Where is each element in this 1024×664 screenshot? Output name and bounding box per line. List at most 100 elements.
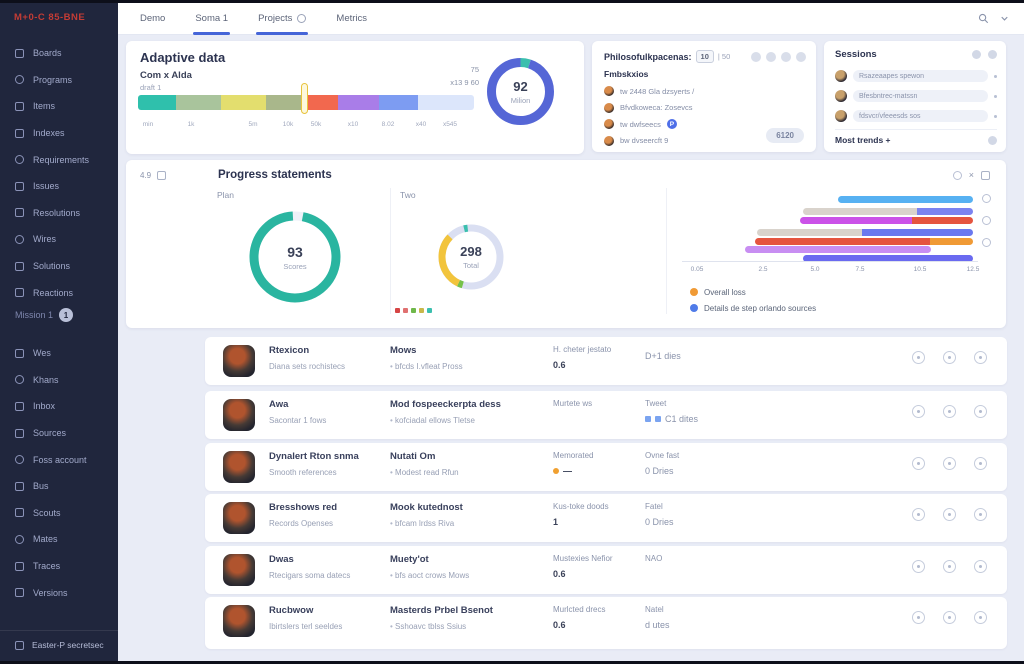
metric-value: 0.6 xyxy=(553,360,663,370)
legend-item: Details de step orlando sources xyxy=(690,300,816,316)
gauge-tick-label: 10k xyxy=(283,121,293,128)
notifications-title: Philosofulkpacenas: xyxy=(604,52,692,62)
row-secondary-cell: Natel d utes xyxy=(645,605,725,630)
sidebar-item-bus[interactable]: Bus xyxy=(0,473,118,500)
session-item[interactable]: fdsvcr/vfeeesds sos xyxy=(835,106,997,126)
gear-icon[interactable] xyxy=(972,50,981,59)
table-row[interactable]: RtexiconDiana sets rochistecsMowsbfcds I… xyxy=(205,337,1007,385)
tab-metrics[interactable]: Metrics xyxy=(336,3,367,35)
zoom-icon[interactable] xyxy=(953,171,962,180)
more-icon[interactable] xyxy=(974,508,987,521)
row-actions xyxy=(912,508,987,521)
row-subtitle: Sacontar 1 fows xyxy=(269,416,326,425)
sidebar-item-solutions[interactable]: Solutions xyxy=(0,253,118,280)
more-icon[interactable] xyxy=(988,50,997,59)
row-actions xyxy=(912,351,987,364)
sidebar-item-resolutions[interactable]: Resolutions xyxy=(0,200,118,227)
sidebar-item-label: Indexes xyxy=(33,128,65,138)
globe-icon[interactable] xyxy=(943,457,956,470)
tab-projects[interactable]: Projects xyxy=(258,3,306,35)
table-row[interactable]: DwasRtecigars soma datecsMuety'otbfs aoc… xyxy=(205,546,1007,594)
menu-item-icon xyxy=(15,482,24,491)
more-icon[interactable] xyxy=(974,611,987,624)
bar-chart xyxy=(688,190,975,262)
action-icon[interactable] xyxy=(751,52,761,62)
clock-icon[interactable] xyxy=(912,611,925,624)
mini-square-icon xyxy=(645,416,651,422)
gear-icon[interactable] xyxy=(988,136,997,145)
globe-icon[interactable] xyxy=(943,508,956,521)
sidebar-item-khans[interactable]: Khans xyxy=(0,367,118,394)
search-icon[interactable] xyxy=(978,13,989,24)
expand-icon[interactable] xyxy=(981,171,990,180)
more-icon[interactable] xyxy=(974,351,987,364)
chart-control-icon[interactable] xyxy=(982,194,991,203)
sidebar-item-requirements[interactable]: Requirements xyxy=(0,146,118,173)
clock-icon[interactable] xyxy=(912,405,925,418)
table-row[interactable]: Dynalert Rton snmaSmooth referencesNutat… xyxy=(205,443,1007,491)
sidebar-item-indexes[interactable]: Indexes xyxy=(0,120,118,147)
notification-item[interactable]: bw dvseercft 9 xyxy=(604,133,694,150)
globe-icon[interactable] xyxy=(943,405,956,418)
globe-icon[interactable] xyxy=(943,611,956,624)
more-icon[interactable] xyxy=(974,405,987,418)
clock-icon[interactable] xyxy=(912,351,925,364)
action-icon[interactable] xyxy=(766,52,776,62)
status-dot-icon xyxy=(553,468,559,474)
session-item[interactable]: Rsazeaapes spewon xyxy=(835,66,997,86)
sidebar-item-bottom[interactable]: Easter-P secretsec xyxy=(0,630,118,650)
tab-demo[interactable]: Demo xyxy=(140,3,165,35)
sidebar-item-items[interactable]: Items xyxy=(0,93,118,120)
sidebar-item-label: Issues xyxy=(33,181,59,191)
row-detail-cell: Mod fospeeckerpta desskofciadal ellows T… xyxy=(390,399,501,425)
globe-icon[interactable] xyxy=(943,560,956,573)
tab-soma-1[interactable]: Soma 1 xyxy=(195,3,228,35)
chevron-down-icon[interactable] xyxy=(999,13,1010,24)
action-icon[interactable] xyxy=(781,52,791,62)
sidebar-item-issues[interactable]: Issues xyxy=(0,173,118,200)
sidebar-item-scouts[interactable]: Scouts xyxy=(0,500,118,527)
close-icon[interactable]: × xyxy=(969,170,974,180)
clock-icon[interactable] xyxy=(912,508,925,521)
secondary-value-text: d utes xyxy=(645,620,670,630)
session-item[interactable]: Bfesbntrec-matssn xyxy=(835,86,997,106)
metric-value-text: 1 xyxy=(553,517,558,527)
sidebar-item-label: Resolutions xyxy=(33,208,80,218)
sidebar-item-wires[interactable]: Wires xyxy=(0,226,118,253)
table-row[interactable]: RucbwowIbirtslers terl seeldesMasterds P… xyxy=(205,597,1007,649)
sidebar-item-label: Bus xyxy=(33,481,49,491)
table-row[interactable]: Bresshows redRecords OpensesMook kutedno… xyxy=(205,494,1007,542)
sidebar-item-wes[interactable]: Wes xyxy=(0,340,118,367)
more-icon[interactable] xyxy=(974,560,987,573)
clock-icon[interactable] xyxy=(912,560,925,573)
menu-item-icon xyxy=(15,102,24,111)
table-row[interactable]: AwaSacontar 1 fowsMod fospeeckerpta dess… xyxy=(205,391,1007,439)
sidebar-item-traces[interactable]: Traces xyxy=(0,553,118,580)
notification-item[interactable]: tw dwfseecsP xyxy=(604,116,694,133)
sidebar-item-versions[interactable]: Versions xyxy=(0,579,118,606)
sessions-footer[interactable]: Most trends + xyxy=(835,129,997,145)
notifications-button[interactable]: 6120 xyxy=(766,128,804,143)
sidebar-item-reactions[interactable]: Reactions xyxy=(0,279,118,306)
card-meta: draft 1 xyxy=(140,83,161,92)
avatar xyxy=(835,90,847,102)
sidebar-item-inbox[interactable]: Inbox xyxy=(0,393,118,420)
action-icon[interactable] xyxy=(796,52,806,62)
notification-item[interactable]: tw 2448 Gla dzsyerts / xyxy=(604,83,694,100)
sidebar-item-programs[interactable]: Programs xyxy=(0,67,118,94)
secondary-label: Natel xyxy=(645,605,725,614)
more-icon[interactable] xyxy=(974,457,987,470)
sidebar-item-mates[interactable]: Mates xyxy=(0,526,118,553)
grid-icon[interactable] xyxy=(157,171,166,180)
notification-item[interactable]: Bfvdkoweca: Zosevcs xyxy=(604,100,694,117)
chart-control-icon[interactable] xyxy=(982,238,991,247)
sidebar-item-sources[interactable]: Sources xyxy=(0,420,118,447)
clock-icon[interactable] xyxy=(912,457,925,470)
plan-value: 93 xyxy=(287,244,303,260)
sidebar-item-foss-account[interactable]: Foss account xyxy=(0,446,118,473)
gauge-marker[interactable] xyxy=(301,83,308,114)
globe-icon[interactable] xyxy=(943,351,956,364)
chart-control-icon[interactable] xyxy=(982,216,991,225)
progress-card: 4.9 Progress statements × Plan 93 Scores… xyxy=(126,160,1006,328)
sidebar-item-boards[interactable]: Boards xyxy=(0,40,118,67)
